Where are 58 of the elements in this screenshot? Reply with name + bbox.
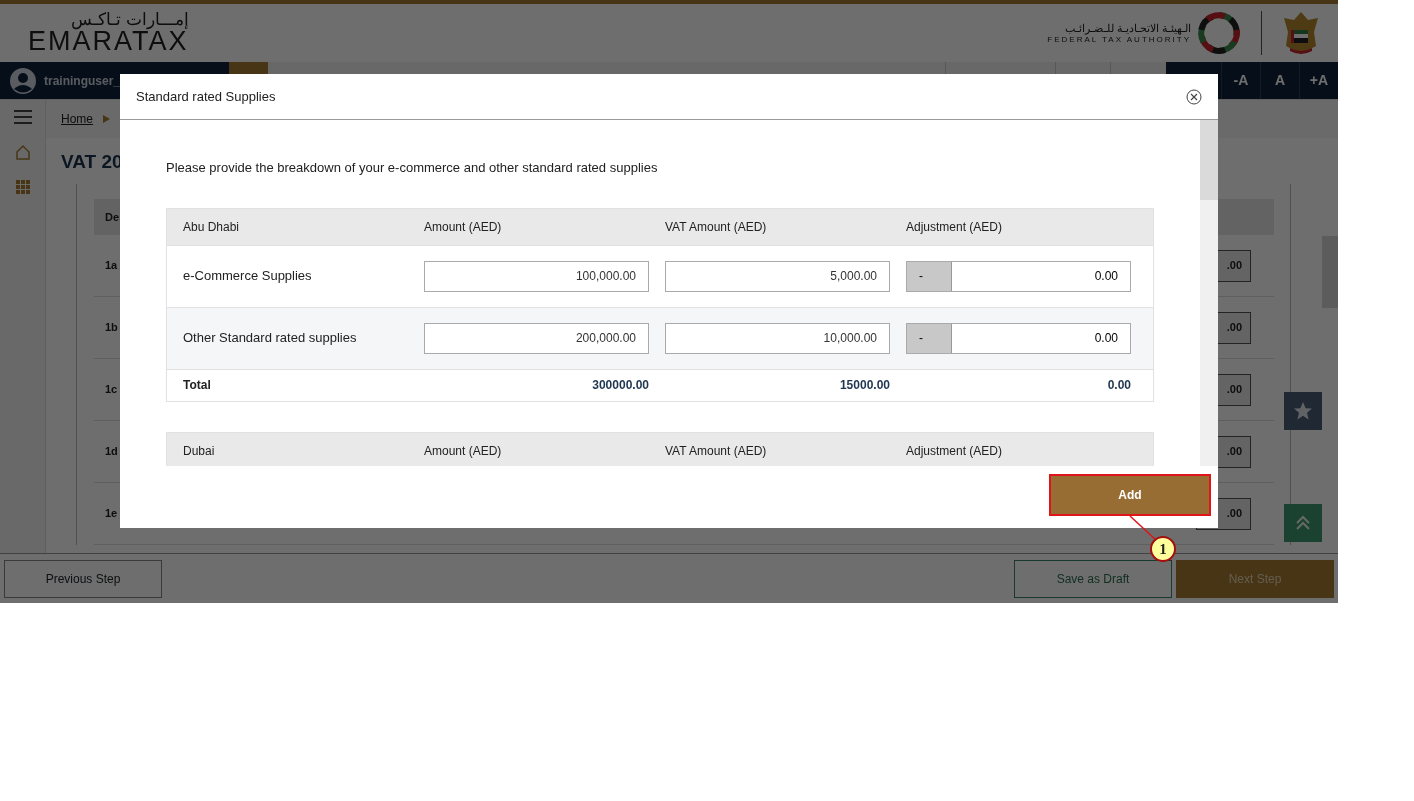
total-label: Total	[183, 377, 212, 394]
column-header: Amount (AED)	[424, 442, 503, 460]
sign-button[interactable]: -	[907, 323, 952, 353]
previous-step-button[interactable]: Previous Step	[4, 559, 162, 598]
row-label: 1e	[105, 506, 118, 522]
home-icon[interactable]	[14, 144, 31, 160]
column-header: Amount (AED)	[424, 218, 503, 236]
modal-title: Standard rated Supplies	[136, 87, 276, 106]
sign-button[interactable]: -	[907, 261, 952, 291]
column-header: Dubai	[183, 442, 216, 460]
scrollbar	[1322, 236, 1338, 308]
close-icon	[1186, 88, 1202, 105]
row-label: e-Commerce Supplies	[183, 267, 313, 286]
save-draft-button[interactable]: Save as Draft	[1014, 559, 1172, 598]
username: traininguser_	[44, 72, 121, 90]
add-button[interactable]: Add	[1049, 474, 1211, 516]
row-label: Other Standard rated supplies	[183, 329, 358, 348]
column-header: Adjustment (AED)	[906, 218, 1004, 236]
double-chevron-up-icon	[1295, 515, 1311, 531]
close-button[interactable]	[1186, 88, 1202, 105]
font-size-button[interactable]: -A	[1221, 62, 1260, 99]
authority-name: FEDERAL TAX AUTHORITY	[1047, 34, 1191, 45]
amount-field[interactable]: 200,000.00	[424, 322, 649, 354]
font-size-button[interactable]: A	[1260, 62, 1299, 99]
row-label: 1a	[105, 258, 118, 274]
scrollbar-thumb[interactable]	[1200, 120, 1218, 200]
column-header: De	[105, 209, 120, 225]
adjustment-field[interactable]: - 0.00	[906, 260, 1131, 292]
amount-field[interactable]: 100,000.00	[424, 260, 649, 292]
vat-amount-field[interactable]: 10,000.00	[665, 322, 890, 354]
grid-icon[interactable]	[15, 180, 30, 194]
total-value: 300000.00	[591, 377, 649, 394]
total-value: 0.00	[1106, 377, 1131, 394]
total-value: 15000.00	[838, 377, 890, 394]
column-header: VAT Amount (AED)	[665, 442, 768, 460]
instruction-text: Please provide the breakdown of your e-commerce and other standard rated supplies	[166, 159, 659, 177]
ring-logo-icon	[1197, 11, 1241, 55]
emblem-icon	[1282, 10, 1320, 56]
step-number-marker: 1	[1150, 536, 1176, 562]
font-size-button[interactable]: +A	[1299, 62, 1338, 99]
column-header: Abu Dhabi	[183, 218, 241, 236]
vat-amount-field[interactable]: 5,000.00	[665, 260, 890, 292]
breadcrumb-link[interactable]: Home	[61, 110, 93, 128]
adjustment-field[interactable]: - 0.00	[906, 322, 1131, 354]
authority-arabic-text: الـهيئـة الاتحـاديـة للـضـرائـب	[1064, 21, 1191, 35]
favorite-button[interactable]	[1284, 392, 1322, 430]
menu-icon[interactable]	[13, 110, 32, 124]
logo-text: EMARATAX	[28, 28, 189, 55]
column-header: VAT Amount (AED)	[665, 218, 768, 236]
scroll-up-button[interactable]	[1284, 504, 1322, 542]
logo-arabic-text: إمـــارات تـاكـس	[70, 11, 189, 28]
star-icon	[1293, 401, 1313, 421]
avatar-icon	[10, 67, 36, 94]
breadcrumb-arrow-icon	[103, 115, 110, 123]
row-label: 1d	[105, 444, 118, 460]
row-label: 1b	[105, 320, 118, 336]
row-label: 1c	[105, 382, 118, 398]
column-header: Adjustment (AED)	[906, 442, 1004, 460]
